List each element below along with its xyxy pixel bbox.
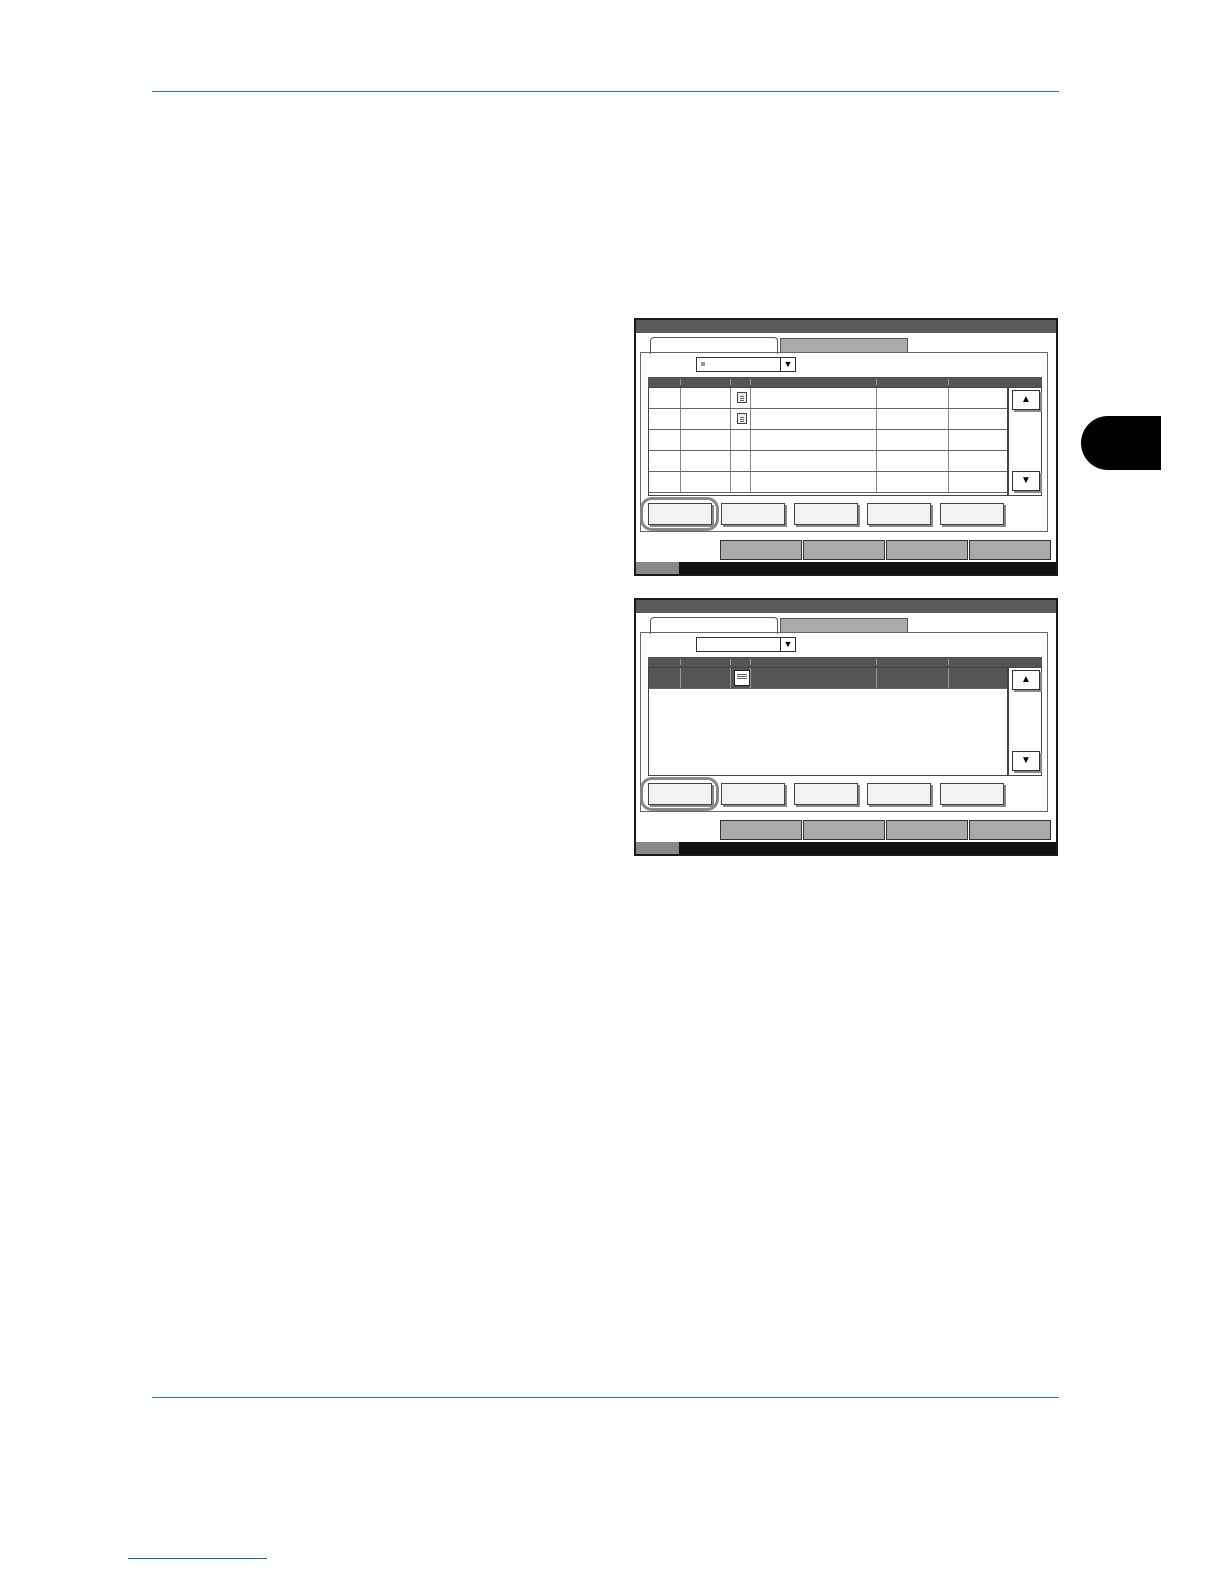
- status-bar: [636, 562, 1056, 574]
- bottom-tab-2[interactable]: [803, 820, 885, 840]
- bottom-tab-2[interactable]: [803, 540, 885, 560]
- action-button-4[interactable]: [867, 503, 931, 525]
- panel-titlebar: [636, 320, 1056, 333]
- cell-divider: [730, 668, 731, 688]
- action-button-1[interactable]: [648, 503, 712, 525]
- panel-titlebar: [636, 600, 1056, 613]
- scroll-down-button[interactable]: ▼: [1012, 751, 1040, 771]
- cell-divider: [948, 388, 949, 408]
- cell-divider: [876, 388, 877, 408]
- cell-divider: [680, 472, 681, 492]
- table-header: [648, 377, 1042, 387]
- bottom-tab-4[interactable]: [969, 540, 1051, 560]
- action-button-3[interactable]: [794, 503, 858, 525]
- dropdown-arrow-icon[interactable]: ▼: [780, 358, 795, 371]
- cell-divider: [750, 388, 751, 408]
- scroll-up-button[interactable]: ▲: [1012, 670, 1040, 690]
- table-row-selected[interactable]: [649, 668, 1007, 689]
- header-divider: [730, 659, 731, 665]
- bottom-tab-4[interactable]: [969, 820, 1051, 840]
- tab-inactive[interactable]: [780, 618, 908, 633]
- header-divider: [680, 659, 681, 665]
- action-button-5[interactable]: [940, 783, 1004, 805]
- cell-divider: [876, 472, 877, 492]
- action-button-4[interactable]: [867, 783, 931, 805]
- header-divider: [876, 379, 877, 385]
- bottom-tab-bar: [720, 540, 1052, 560]
- cell-divider: [730, 388, 731, 408]
- action-button-2[interactable]: [721, 503, 785, 525]
- cell-divider: [948, 451, 949, 471]
- status-progress: [636, 842, 679, 854]
- status-progress: [636, 562, 679, 574]
- cell-divider: [730, 430, 731, 450]
- document-icon: [734, 670, 750, 686]
- header-rule: [152, 91, 1059, 92]
- document-icon: [737, 413, 747, 424]
- cell-divider: [876, 451, 877, 471]
- cell-divider: [750, 409, 751, 429]
- footer-link-underline[interactable]: [128, 1558, 267, 1559]
- cell-divider: [948, 472, 949, 492]
- cell-divider: [750, 430, 751, 450]
- header-divider: [948, 659, 949, 665]
- tab-inactive[interactable]: [780, 338, 908, 353]
- header-divider: [750, 379, 751, 385]
- cell-divider: [876, 430, 877, 450]
- chapter-tab-marker: [1081, 416, 1161, 470]
- scrollbar: ▲ ▼: [1008, 667, 1042, 776]
- job-type-dropdown[interactable]: ▼: [696, 637, 796, 652]
- job-list: [648, 667, 1008, 776]
- scroll-up-button[interactable]: ▲: [1012, 390, 1040, 410]
- table-row[interactable]: [649, 409, 1007, 430]
- cell-divider: [750, 472, 751, 492]
- bottom-tab-bar: [720, 820, 1052, 840]
- document-icon: [737, 392, 747, 403]
- cell-divider: [750, 451, 751, 471]
- cell-divider: [750, 668, 751, 688]
- scroll-down-button[interactable]: ▼: [1012, 471, 1040, 491]
- cell-divider: [876, 409, 877, 429]
- header-divider: [948, 379, 949, 385]
- header-divider: [876, 659, 877, 665]
- bottom-tab-1[interactable]: [720, 820, 802, 840]
- bottom-tab-1[interactable]: [720, 540, 802, 560]
- cell-divider: [730, 472, 731, 492]
- action-button-1[interactable]: [648, 783, 712, 805]
- screen-panel-job-list: ▼ ▲ ▼: [634, 318, 1058, 576]
- action-button-5[interactable]: [940, 503, 1004, 525]
- header-divider: [750, 659, 751, 665]
- dropdown-arrow-icon[interactable]: ▼: [780, 638, 795, 651]
- bottom-tab-3[interactable]: [886, 820, 968, 840]
- cell-divider: [680, 668, 681, 688]
- table-row[interactable]: [649, 388, 1007, 409]
- header-divider: [730, 379, 731, 385]
- scrollbar: ▲ ▼: [1008, 387, 1042, 496]
- table-row[interactable]: [649, 472, 1007, 493]
- table-header: [648, 657, 1042, 667]
- cell-divider: [948, 668, 949, 688]
- action-button-2[interactable]: [721, 783, 785, 805]
- cell-divider: [876, 668, 877, 688]
- footer-rule: [152, 1397, 1059, 1398]
- cell-divider: [680, 388, 681, 408]
- screen-panel-job-selected: ▼ ▲ ▼: [634, 598, 1058, 856]
- cell-divider: [730, 409, 731, 429]
- cell-divider: [680, 430, 681, 450]
- action-button-3[interactable]: [794, 783, 858, 805]
- cell-divider: [730, 451, 731, 471]
- cell-divider: [680, 451, 681, 471]
- job-list: [648, 387, 1008, 496]
- header-divider: [680, 379, 681, 385]
- dropdown-value-marker: [701, 362, 705, 366]
- cell-divider: [948, 409, 949, 429]
- cell-divider: [680, 409, 681, 429]
- bottom-tab-3[interactable]: [886, 540, 968, 560]
- status-bar: [636, 842, 1056, 854]
- job-type-dropdown[interactable]: ▼: [696, 357, 796, 372]
- table-row[interactable]: [649, 451, 1007, 472]
- cell-divider: [948, 430, 949, 450]
- table-row[interactable]: [649, 430, 1007, 451]
